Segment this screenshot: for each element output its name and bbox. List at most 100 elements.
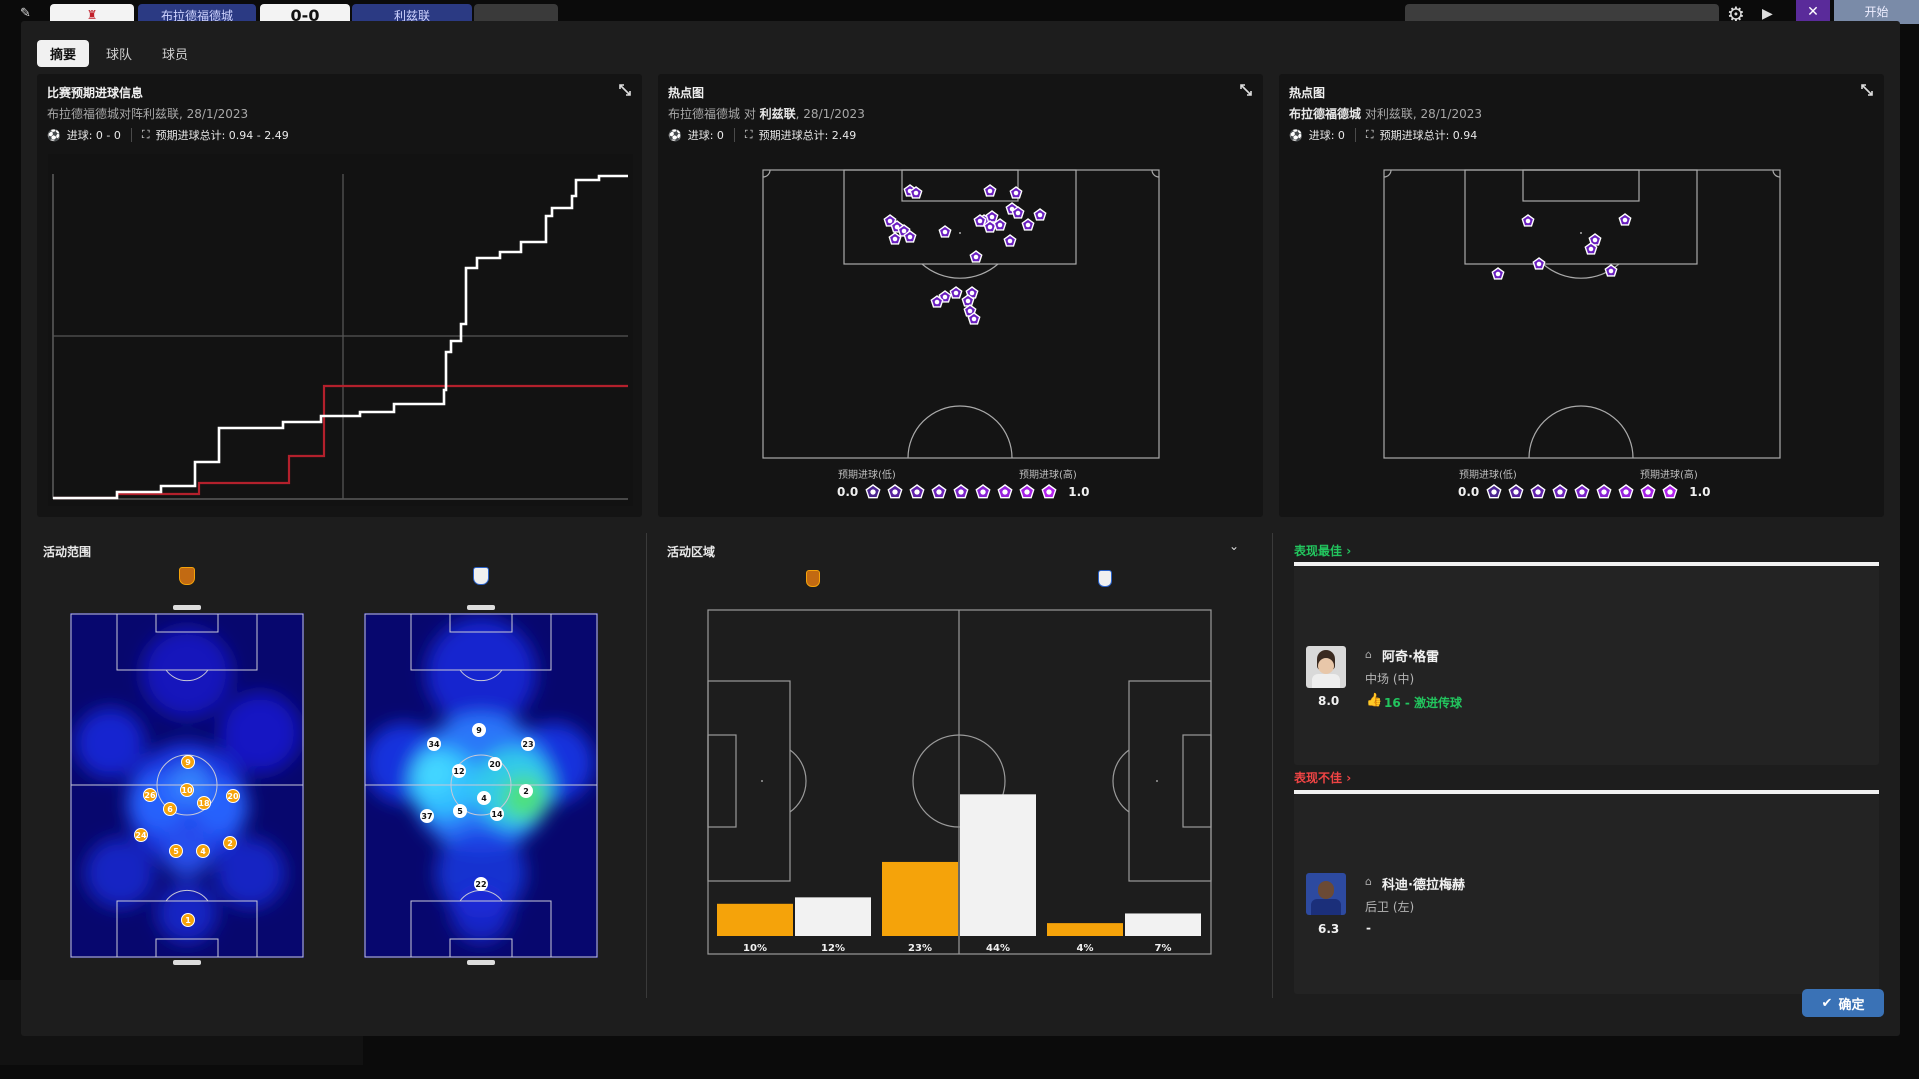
player-marker[interactable]: 22 xyxy=(474,877,488,891)
legend-low-label: 预期进球(低) xyxy=(838,470,896,481)
player-marker[interactable]: 20 xyxy=(226,789,240,803)
chevron-down-icon[interactable]: ⌄ xyxy=(1229,539,1245,555)
zone-bar-label: 10% xyxy=(743,943,767,954)
zone-bar-label: 12% xyxy=(821,943,845,954)
svg-text:14: 14 xyxy=(491,810,503,819)
zone-bar-bradford xyxy=(882,861,958,936)
player-marker[interactable]: 2 xyxy=(519,784,533,798)
panel-title: 热点图 xyxy=(668,86,705,100)
best-performer-card[interactable]: ⌂ 阿奇·格雷 中场 (中) 8.0 👍 16 - 激进传球 xyxy=(1294,566,1879,765)
svg-text:4: 4 xyxy=(200,847,206,856)
zone-bar-label: 23% xyxy=(908,943,932,954)
svg-text:1: 1 xyxy=(185,916,191,925)
legend-min: 0.0 xyxy=(837,485,859,499)
person-icon: ⌂ xyxy=(1365,875,1372,888)
shot-marker xyxy=(969,250,983,263)
xg-icon: ⛶ xyxy=(1365,128,1374,141)
legend-min: 0.0 xyxy=(1458,485,1480,499)
ball-icon: ⚽ xyxy=(47,128,61,142)
legend-pentagon xyxy=(865,484,881,499)
shot-marker xyxy=(1618,213,1632,226)
xg-legend-scale: 0.0 1.0 xyxy=(1458,484,1711,500)
confirm-button[interactable]: ✔ 确定 xyxy=(1802,989,1884,1017)
zone-bar-bradford xyxy=(1047,923,1123,936)
xg-icon: ⛶ xyxy=(141,128,150,141)
legend-pentagon xyxy=(909,484,925,499)
xg-legend-scale: 0.0 1.0 xyxy=(837,484,1090,500)
edit-icon[interactable]: ✎ xyxy=(20,6,34,21)
legend-pentagon xyxy=(1530,484,1546,499)
expand-icon[interactable] xyxy=(618,83,632,97)
expand-icon[interactable] xyxy=(1860,83,1874,97)
svg-text:10: 10 xyxy=(181,786,193,795)
bradford-heatmap: 9 10 18 20 26 6 24 5 4 2 1 xyxy=(70,613,304,958)
svg-text:2: 2 xyxy=(227,839,233,848)
player-marker[interactable]: 5 xyxy=(453,804,467,818)
player-marker[interactable]: 10 xyxy=(180,783,194,797)
player-marker[interactable]: 12 xyxy=(452,764,466,778)
svg-text:34: 34 xyxy=(428,740,440,749)
player-marker[interactable]: 9 xyxy=(181,755,195,769)
player-marker[interactable]: 2 xyxy=(223,836,237,850)
section-divider xyxy=(646,533,647,998)
subtitle-team1: 布拉德福德城 xyxy=(1289,107,1362,121)
panel-subtitle: 布拉德福德城 对利兹联, 28/1/2023 xyxy=(1289,105,1482,122)
goal-marker xyxy=(467,605,495,610)
legend-pentagon xyxy=(997,484,1013,499)
player-marker[interactable]: 5 xyxy=(169,844,183,858)
player-marker[interactable]: 18 xyxy=(197,796,211,810)
svg-text:20: 20 xyxy=(227,792,239,801)
worst-performer-card[interactable]: ⌂ 科迪·德拉梅赫 后卫 (左) 6.3 - xyxy=(1294,794,1879,994)
legend-pentagon xyxy=(1640,484,1656,499)
goals-label: 进球: 0 xyxy=(1308,129,1345,142)
player-marker[interactable]: 4 xyxy=(477,791,491,805)
zone-bar-label: 7% xyxy=(1155,943,1172,954)
player-marker[interactable]: 9 xyxy=(472,723,486,737)
ball-icon: ⚽ xyxy=(1289,128,1303,142)
player-marker[interactable]: 14 xyxy=(490,807,504,821)
legend-low-label: 预期进球(低) xyxy=(1459,470,1517,481)
player-marker[interactable]: 1 xyxy=(181,913,195,927)
player-marker[interactable]: 20 xyxy=(488,757,502,771)
pitch-half xyxy=(762,169,1160,459)
divider xyxy=(1354,128,1356,142)
svg-text:20: 20 xyxy=(489,760,501,769)
svg-text:12: 12 xyxy=(453,767,464,776)
svg-text:18: 18 xyxy=(198,799,210,808)
tab-teams[interactable]: 球队 xyxy=(93,40,145,67)
player-marker[interactable]: 24 xyxy=(134,828,148,842)
shot-marker xyxy=(1491,267,1505,280)
tab-summary[interactable]: 摘要 xyxy=(37,40,90,67)
player-marker[interactable]: 4 xyxy=(196,844,210,858)
shot-marker xyxy=(983,184,997,197)
worst-performer-title[interactable]: 表现不佳 › xyxy=(1294,769,1351,786)
best-performer-title[interactable]: 表现最佳 › xyxy=(1294,542,1351,559)
player-marker[interactable]: 23 xyxy=(521,737,535,751)
player-avatar xyxy=(1306,873,1346,915)
player-position: 后卫 (左) xyxy=(1365,900,1415,914)
legend-pentagon xyxy=(1019,484,1035,499)
zone-bar-leeds xyxy=(960,794,1036,936)
tab-bar: 摘要 球队 球员 xyxy=(37,40,201,67)
ball-icon: ⚽ xyxy=(668,128,682,142)
player-marker[interactable]: 34 xyxy=(427,737,441,751)
legend-pentagon xyxy=(887,484,903,499)
subtitle-team2: 利兹联 xyxy=(759,107,796,121)
expand-icon[interactable] xyxy=(1239,83,1253,97)
zone-bar-leeds xyxy=(1125,913,1201,936)
shot-marker xyxy=(1003,234,1017,247)
player-marker[interactable]: 37 xyxy=(420,809,434,823)
shot-marker xyxy=(985,210,999,223)
activity-zone-chart: 10% 12% 23% 44% 4% 7% xyxy=(707,609,1212,955)
legend-pentagon xyxy=(1552,484,1568,499)
tab-players[interactable]: 球员 xyxy=(149,40,201,67)
player-marker[interactable]: 26 xyxy=(143,788,157,802)
chevron-right-icon: › xyxy=(1346,544,1352,558)
chevron-right-icon: › xyxy=(1346,771,1352,785)
legend-pentagons xyxy=(865,484,1057,499)
zone-bar-bradford xyxy=(717,903,793,936)
panel-title: 比赛预期进球信息 xyxy=(47,86,144,100)
player-marker[interactable]: 6 xyxy=(163,802,177,816)
shot-marker xyxy=(938,225,952,238)
svg-text:26: 26 xyxy=(144,791,156,800)
